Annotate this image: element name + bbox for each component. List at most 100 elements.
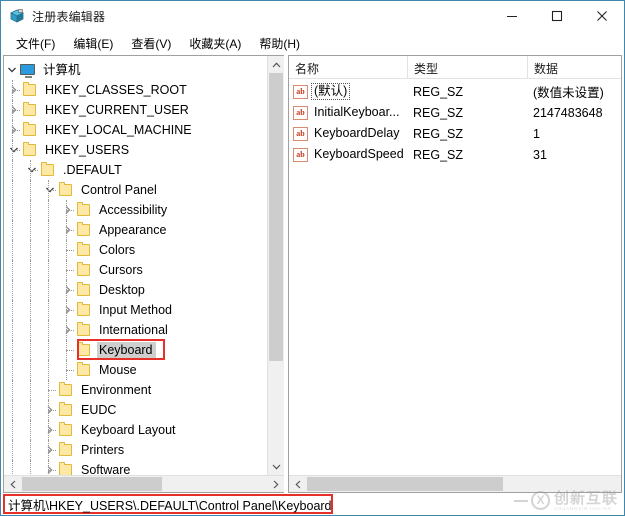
tree-item-label: Keyboard Layout [81,422,176,437]
caption-buttons [489,1,624,31]
string-value-icon: ab [293,84,308,99]
tree-item-eudc[interactable]: EUDC [4,400,267,420]
tree-guide-line [12,440,14,460]
tree-guide-connector [66,350,74,352]
table-row[interactable]: ab (默认) REG_SZ (数值未设置) [289,81,621,102]
tree-item-keyboard-layout[interactable]: Keyboard Layout [4,420,267,440]
menu-item-view[interactable]: 查看(V) [122,33,180,54]
tree-guide-line [30,400,32,420]
tree-item-hkey-current-user[interactable]: HKEY_CURRENT_USER [4,100,267,120]
tree-item-keyboard[interactable]: Keyboard [4,340,267,360]
folder-icon [58,462,74,475]
registry-values-list[interactable]: ab (默认) REG_SZ (数值未设置) ab InitialKeyboar... RE… [289,79,621,475]
tree-horizontal-scrollbar[interactable] [4,475,284,492]
menu-item-file[interactable]: 文件(F) [7,33,64,54]
chevron-down-icon[interactable] [4,60,20,80]
registry-path: 计算机\HKEY_USERS\.DEFAULT\Control Panel\Ke… [8,498,332,513]
tree-item-label: Mouse [99,362,137,377]
tree-guide-connector [12,150,20,152]
tree-item-hkey-users[interactable]: HKEY_USERS [4,140,267,160]
scroll-left-icon[interactable] [289,476,306,492]
title-bar[interactable]: 注册表编辑器 [1,1,624,31]
tree-guide-line [48,240,50,260]
tree-item-hkey-local-machine[interactable]: HKEY_LOCAL_MACHINE [4,120,267,140]
folder-icon [58,182,74,198]
tree-guide-line [30,220,32,240]
menu-item-favorites[interactable]: 收藏夹(A) [180,33,250,54]
tree-guide-line [30,240,32,260]
folder-icon [58,422,74,438]
tree-item-default[interactable]: .DEFAULT [4,160,267,180]
value-type-cell: REG_SZ [413,147,464,162]
tree-item-printers[interactable]: Printers [4,440,267,460]
table-row[interactable]: ab KeyboardSpeed REG_SZ 31 [289,144,621,165]
tree-item-cursors[interactable]: Cursors [4,260,267,280]
column-header-data[interactable]: 数据 [527,56,621,78]
folder-icon [22,142,38,158]
folder-icon [76,362,92,378]
tree-item-appearance[interactable]: Appearance [4,220,267,240]
tree-item-[interactable]: 计算机 [4,60,267,80]
tree-item-hkey-classes-root[interactable]: HKEY_CLASSES_ROOT [4,80,267,100]
value-type-cell: REG_SZ [413,84,464,99]
values-horizontal-scrollbar[interactable] [289,475,621,492]
tree-guide-line [30,280,32,300]
minimize-icon[interactable] [489,1,534,31]
tree-item-input-method[interactable]: Input Method [4,300,267,320]
folder-icon [22,102,38,118]
tree-item-accessibility[interactable]: Accessibility [4,200,267,220]
tree-item-control-panel[interactable]: Control Panel [4,180,267,200]
tree-item-environment[interactable]: Environment [4,380,267,400]
tree-hscroll-thumb[interactable] [22,477,162,491]
tree-guide-line [12,320,14,340]
tree-item-mouse[interactable]: Mouse [4,360,267,380]
folder-icon [76,342,92,358]
tree-guide-line [30,440,32,460]
tree-guide-connector [48,450,56,452]
computer-icon [20,62,36,78]
value-name-label: InitialKeyboar... [314,105,400,119]
registry-tree[interactable]: 计算机 HKEY_CLASSES_ROOT HKEY_CURRENT_USER HKE… [4,56,267,475]
menu-item-edit[interactable]: 编辑(E) [64,33,122,54]
tree-guide-line [48,460,50,475]
tree-scroll-thumb[interactable] [269,73,283,361]
close-icon[interactable] [579,1,624,31]
main-content: 计算机 HKEY_CLASSES_ROOT HKEY_CURRENT_USER HKE… [1,55,624,493]
tree-item-colors[interactable]: Colors [4,240,267,260]
column-header-type[interactable]: 类型 [407,56,527,78]
tree-item-desktop[interactable]: Desktop [4,280,267,300]
maximize-icon[interactable] [534,1,579,31]
table-row[interactable]: ab KeyboardDelay REG_SZ 1 [289,123,621,144]
tree-guide-line [12,360,14,380]
folder-icon [58,402,74,418]
value-data-cell: (数值未设置) [533,86,604,100]
scroll-up-icon[interactable] [268,56,284,73]
chevron-right-icon[interactable] [42,460,58,475]
tree-item-international[interactable]: International [4,320,267,340]
value-name-cell: ab KeyboardSpeed [289,147,407,162]
tree-item-label: International [99,322,168,337]
tree-item-label: HKEY_CURRENT_USER [45,102,189,117]
tree-guide-line [30,460,32,475]
scroll-left-icon[interactable] [4,476,21,492]
tree-guide-line [30,320,32,340]
tree-guide-line [12,380,14,400]
value-name-label: KeyboardDelay [314,126,400,140]
tree-guide-connector [66,330,74,332]
value-name-cell: ab KeyboardDelay [289,126,407,141]
folder-icon [22,122,38,138]
scroll-down-icon[interactable] [268,458,284,475]
values-hscroll-thumb[interactable] [307,477,503,491]
tree-vertical-scrollbar[interactable] [267,56,284,475]
tree-item-label: Desktop [99,282,145,297]
folder-icon [58,442,74,458]
menu-item-help[interactable]: 帮助(H) [250,33,309,54]
scroll-right-icon[interactable] [267,476,284,492]
tree-guide-line [12,340,14,360]
tree-guide-connector [66,370,74,372]
table-row[interactable]: ab InitialKeyboar... REG_SZ 2147483648 [289,102,621,123]
tree-item-software[interactable]: Software [4,460,267,475]
column-header-name[interactable]: 名称 [289,56,407,78]
tree-guide-line [48,220,50,240]
tree-guide-line [48,360,50,380]
